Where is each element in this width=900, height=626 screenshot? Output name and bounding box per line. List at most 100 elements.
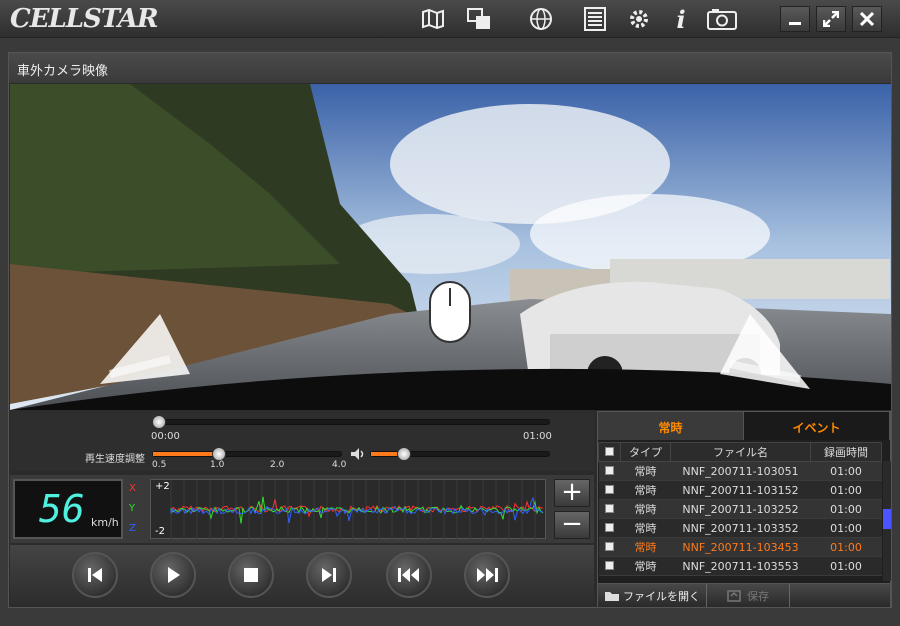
play-icon — [168, 567, 180, 583]
volume-fill — [371, 452, 398, 456]
camera-panel: 車外カメラ映像 00:00 01:00 再生速度調整 0.5 1.0 2.0 4… — [8, 52, 892, 608]
globe-icon[interactable] — [528, 6, 554, 32]
row-filename: NNF_200711-103252 — [670, 499, 811, 519]
stop-button[interactable] — [228, 552, 274, 598]
minimize-button[interactable] — [780, 6, 810, 32]
z-axis-label: Z — [129, 523, 136, 534]
table-row[interactable]: 常時 NNF_200711-103152 01:00 — [598, 480, 882, 500]
step-forward-button[interactable] — [306, 552, 352, 598]
elapsed-time: 00:00 — [151, 431, 180, 442]
save-label: 保存 — [747, 589, 769, 603]
gear-icon[interactable] — [626, 6, 652, 32]
row-checkbox[interactable] — [598, 518, 621, 538]
select-all-checkbox[interactable] — [598, 442, 621, 462]
row-checkbox[interactable] — [598, 461, 621, 481]
skip-start-button[interactable] — [72, 552, 118, 598]
app-logo: CELLSTAR — [10, 4, 159, 34]
table-row[interactable]: 常時 NNF_200711-103352 01:00 — [598, 518, 882, 538]
row-duration: 01:00 — [810, 480, 882, 500]
table-row[interactable]: 常時 NNF_200711-103051 01:00 — [598, 461, 882, 481]
row-type: 常時 — [620, 537, 671, 557]
video-view[interactable] — [10, 84, 891, 410]
list-icon[interactable] — [582, 6, 608, 32]
row-filename: NNF_200711-103453 — [670, 537, 811, 557]
row-type: 常時 — [620, 461, 671, 481]
speed-unit: km/h — [91, 516, 119, 529]
open-file-label: ファイルを開く — [623, 589, 700, 603]
row-duration: 01:00 — [810, 556, 882, 576]
scale-min: -2 — [155, 526, 165, 537]
zoom-in-button[interactable]: + — [554, 479, 590, 507]
speed-label: 再生速度調整 — [85, 454, 145, 465]
close-button[interactable] — [852, 6, 882, 32]
row-type: 常時 — [620, 480, 671, 500]
seek-area: 00:00 01:00 再生速度調整 0.5 1.0 2.0 4.0 — [10, 411, 594, 471]
volume-knob[interactable] — [397, 447, 411, 461]
folder-icon — [605, 591, 619, 601]
speed-tick-2: 1.0 — [210, 460, 225, 470]
save-icon — [727, 589, 741, 602]
panel-title: 車外カメラ映像 — [9, 53, 891, 83]
speedometer: 56 km/h — [13, 479, 123, 539]
play-button[interactable] — [150, 552, 196, 598]
col-duration[interactable]: 録画時間 — [810, 442, 882, 462]
camera-icon[interactable] — [706, 6, 738, 32]
file-list-panel: 常時 イベント タイプ ファイル名 録画時間 常時 NNF_200711-1030… — [597, 411, 891, 607]
rewind-button[interactable] — [386, 552, 432, 598]
table-row[interactable]: 常時 NNF_200711-103553 01:00 — [598, 556, 882, 576]
row-filename: NNF_200711-103553 — [670, 556, 811, 576]
g-sensor-graph: +2 -2 — [150, 479, 549, 540]
row-filename: NNF_200711-103352 — [670, 518, 811, 538]
stop-icon — [244, 568, 258, 582]
tab-continuous[interactable]: 常時 — [598, 412, 744, 440]
row-checkbox[interactable] — [598, 499, 621, 519]
playback-controls — [10, 545, 594, 607]
table-row[interactable]: 常時 NNF_200711-103453 01:00 — [598, 537, 882, 557]
rewind-icon — [398, 568, 419, 582]
row-duration: 01:00 — [810, 461, 882, 481]
maximize-button[interactable] — [816, 6, 846, 32]
speed-value: 56 — [39, 487, 85, 531]
info-icon[interactable]: i — [668, 5, 694, 34]
step-forward-icon — [322, 568, 336, 582]
row-type: 常時 — [620, 556, 671, 576]
file-list-scrollbar[interactable] — [883, 461, 891, 581]
scale-max: +2 — [155, 481, 170, 492]
open-file-button[interactable]: ファイルを開く — [598, 584, 707, 607]
save-button[interactable]: 保存 — [707, 584, 790, 607]
row-type: 常時 — [620, 518, 671, 538]
map-icon[interactable] — [420, 6, 446, 32]
row-checkbox[interactable] — [598, 480, 621, 500]
scroll-thumb[interactable] — [883, 509, 891, 529]
skip-start-icon — [88, 568, 102, 582]
row-filename: NNF_200711-103152 — [670, 480, 811, 500]
table-row[interactable]: 常時 NNF_200711-103252 01:00 — [598, 499, 882, 519]
fast-forward-button[interactable] — [464, 552, 510, 598]
x-axis-label: X — [129, 483, 136, 494]
fast-forward-icon — [477, 568, 498, 582]
speed-fill — [153, 452, 217, 456]
tab-event[interactable]: イベント — [744, 412, 890, 440]
volume-icon[interactable] — [350, 446, 366, 465]
seek-knob[interactable] — [152, 415, 166, 429]
sensor-meter: 56 km/h X Y Z +2 -2 + − — [10, 475, 594, 543]
title-bar: CELLSTAR i — [0, 0, 900, 38]
col-filename[interactable]: ファイル名 — [670, 442, 811, 462]
row-duration: 01:00 — [810, 499, 882, 519]
speed-knob[interactable] — [212, 447, 226, 461]
duration-time: 01:00 — [523, 431, 552, 442]
file-actions-bar: ファイルを開く 保存 — [598, 583, 890, 607]
col-type[interactable]: タイプ — [620, 442, 671, 462]
speed-tick-4: 4.0 — [332, 460, 347, 470]
row-checkbox[interactable] — [598, 556, 621, 576]
speed-tick-1: 0.5 — [152, 460, 167, 470]
row-duration: 01:00 — [810, 518, 882, 538]
y-axis-label: Y — [129, 503, 136, 514]
row-checkbox[interactable] — [598, 537, 621, 557]
row-filename: NNF_200711-103051 — [670, 461, 811, 481]
zoom-out-button[interactable]: − — [554, 511, 590, 539]
display-icon[interactable] — [466, 6, 492, 32]
row-type: 常時 — [620, 499, 671, 519]
seek-bar[interactable] — [152, 419, 550, 425]
row-duration: 01:00 — [810, 537, 882, 557]
